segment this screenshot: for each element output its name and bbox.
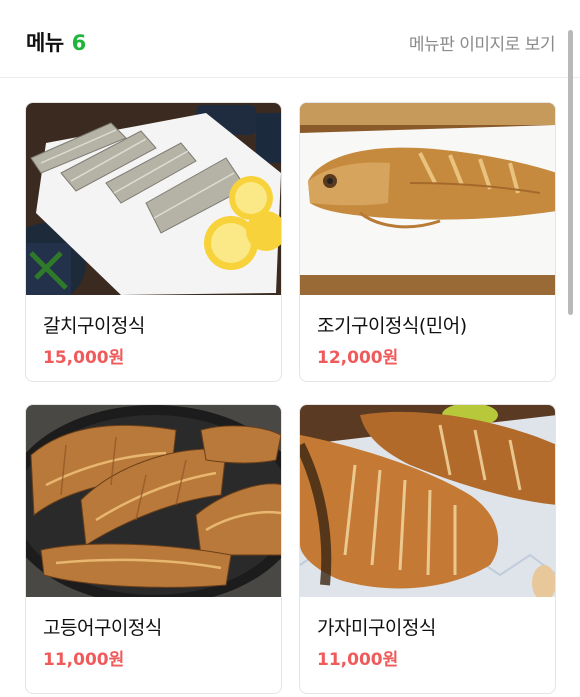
menu-item-name: 갈치구이정식 — [43, 315, 145, 337]
menu-item-name: 가자미구이정식 — [317, 617, 436, 639]
menu-header: 메뉴 6 메뉴판 이미지로 보기 — [0, 0, 580, 78]
menu-card[interactable]: 가자미구이정식 11,000원 — [299, 404, 556, 694]
view-menu-image-link[interactable]: 메뉴판 이미지로 보기 — [409, 30, 556, 55]
menu-title: 메뉴 6 — [26, 27, 86, 57]
menu-item-price: 12,000원 — [317, 348, 399, 368]
menu-item-price: 11,000원 — [317, 650, 399, 670]
menu-card[interactable]: 고등어구이정식 11,000원 — [25, 404, 282, 694]
menu-item-photo — [300, 405, 555, 597]
menu-item-name: 고등어구이정식 — [43, 617, 162, 639]
menu-card[interactable]: 조기구이정식(민어) 12,000원 — [299, 102, 556, 382]
menu-title-label: 메뉴 — [26, 31, 64, 55]
menu-count: 6 — [71, 31, 87, 55]
menu-item-price: 11,000원 — [43, 650, 125, 670]
menu-item-photo — [300, 103, 555, 295]
menu-item-name: 조기구이정식(민어) — [317, 315, 467, 337]
menu-item-price: 15,000원 — [43, 348, 125, 368]
menu-item-photo — [26, 103, 281, 295]
menu-card[interactable]: 갈치구이정식 15,000원 — [25, 102, 282, 382]
menu-item-photo — [26, 405, 281, 597]
scrollbar[interactable] — [568, 30, 573, 315]
